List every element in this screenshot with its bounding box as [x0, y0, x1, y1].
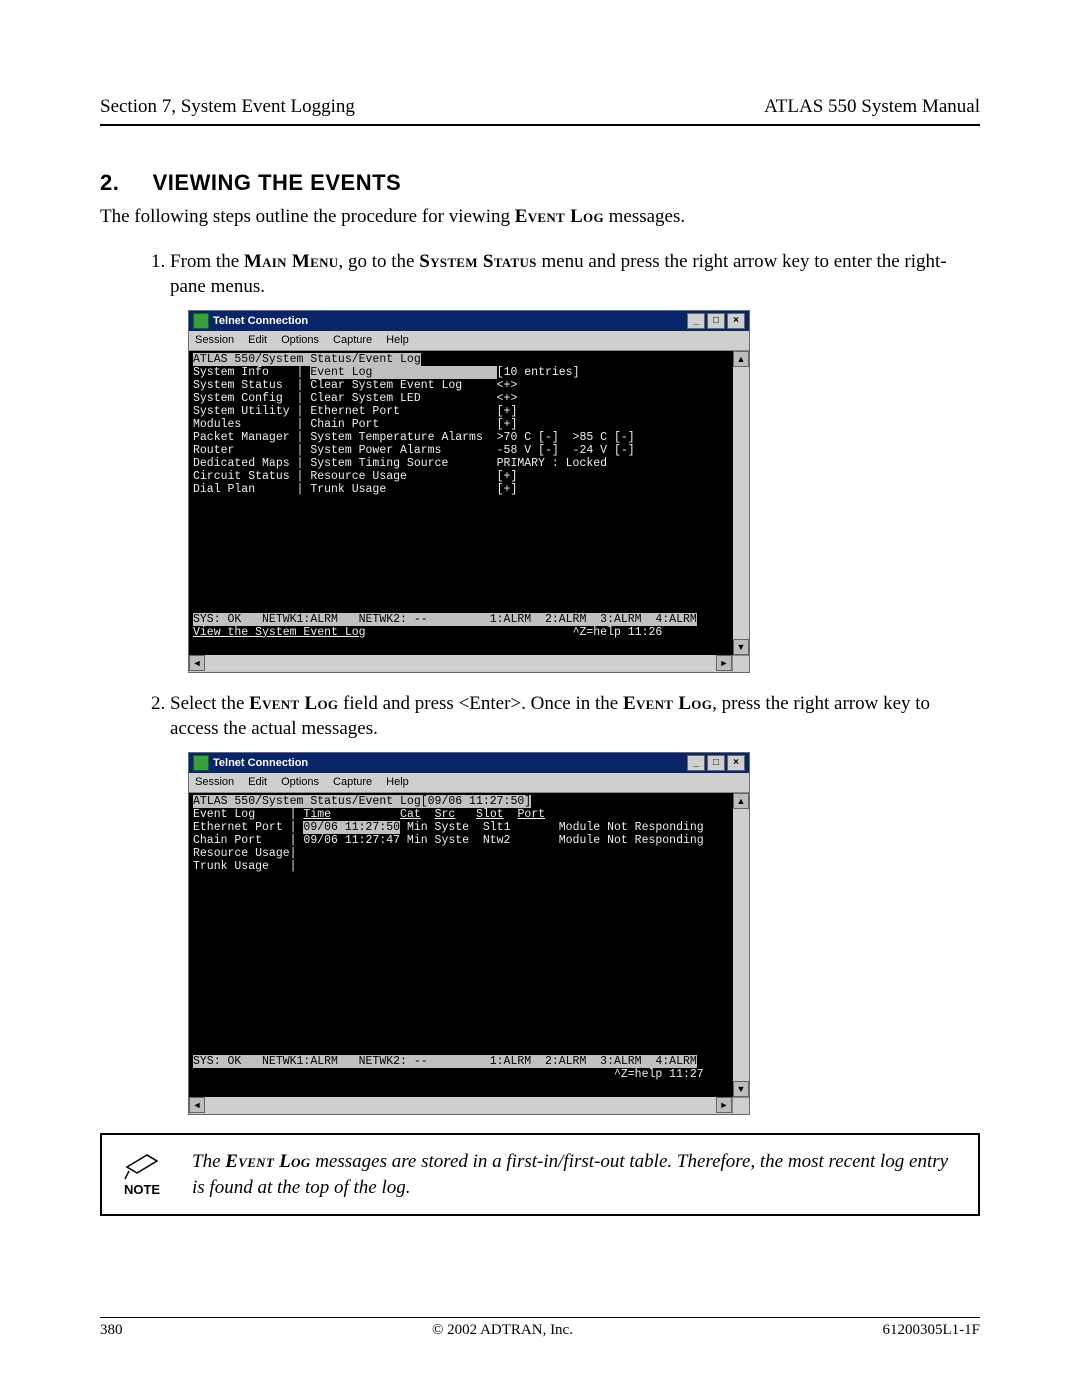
resize-grip-icon[interactable] [732, 655, 749, 672]
page-number: 380 [100, 1322, 123, 1339]
maximize-button[interactable]: □ [707, 755, 725, 771]
intro-paragraph: The following steps outline the procedur… [100, 204, 980, 230]
menu-session[interactable]: Session [195, 775, 234, 790]
scroll-down-icon[interactable]: ▼ [733, 1081, 749, 1097]
terminal-area[interactable]: ATLAS 550/System Status/Event Log System… [189, 351, 733, 655]
step-1: From the Main Menu, go to the System Sta… [170, 249, 980, 673]
note-box: NOTE The Event Log messages are stored i… [100, 1133, 980, 1216]
window-title: Telnet Connection [213, 314, 308, 329]
resize-grip-icon[interactable] [732, 1097, 749, 1114]
close-button[interactable]: × [727, 755, 745, 771]
scroll-up-icon[interactable]: ▲ [733, 351, 749, 367]
titlebar[interactable]: Telnet Connection _ □ × [189, 311, 749, 331]
scroll-left-icon[interactable]: ◄ [189, 655, 205, 671]
vscrollbar[interactable]: ▲ ▼ [733, 793, 749, 1097]
scroll-right-icon[interactable]: ► [716, 655, 732, 671]
section-heading: 2. VIEWING THE EVENTS [100, 170, 980, 196]
hscrollbar[interactable]: ◄ ► [189, 655, 732, 671]
scroll-right-icon[interactable]: ► [716, 1097, 732, 1113]
scroll-left-icon[interactable]: ◄ [189, 1097, 205, 1113]
menu-options[interactable]: Options [281, 333, 319, 348]
footer-copyright: © 2002 ADTRAN, Inc. [432, 1322, 573, 1339]
header-right: ATLAS 550 System Manual [764, 96, 980, 118]
menubar: Session Edit Options Capture Help [189, 331, 749, 351]
menu-capture[interactable]: Capture [333, 775, 372, 790]
footer-docnumber: 61200305L1-1F [882, 1322, 980, 1339]
menu-capture[interactable]: Capture [333, 333, 372, 348]
minimize-button[interactable]: _ [687, 313, 705, 329]
section-title: VIEWING THE EVENTS [153, 170, 402, 195]
menu-session[interactable]: Session [195, 333, 234, 348]
header-left: Section 7, System Event Logging [100, 96, 355, 118]
app-icon [193, 313, 209, 329]
page-footer: 380 © 2002 ADTRAN, Inc. 61200305L1-1F [100, 1317, 980, 1339]
titlebar[interactable]: Telnet Connection _ □ × [189, 753, 749, 773]
menu-edit[interactable]: Edit [248, 333, 267, 348]
window-title: Telnet Connection [213, 756, 308, 771]
menu-edit[interactable]: Edit [248, 775, 267, 790]
vscrollbar[interactable]: ▲ ▼ [733, 351, 749, 655]
note-text: The Event Log messages are stored in a f… [192, 1149, 960, 1200]
menu-help[interactable]: Help [386, 775, 409, 790]
step-2: Select the Event Log field and press <En… [170, 691, 980, 1115]
hscrollbar[interactable]: ◄ ► [189, 1097, 732, 1113]
menubar: Session Edit Options Capture Help [189, 773, 749, 793]
section-number: 2. [100, 170, 146, 196]
telnet-window-1: Telnet Connection _ □ × Session Edit Opt… [188, 310, 750, 673]
maximize-button[interactable]: □ [707, 313, 725, 329]
menu-options[interactable]: Options [281, 775, 319, 790]
app-icon [193, 755, 209, 771]
note-label: NOTE [124, 1182, 160, 1197]
minimize-button[interactable]: _ [687, 755, 705, 771]
terminal-area[interactable]: ATLAS 550/System Status/Event Log[09/06 … [189, 793, 733, 1097]
telnet-window-2: Telnet Connection _ □ × Session Edit Opt… [188, 752, 750, 1115]
scroll-up-icon[interactable]: ▲ [733, 793, 749, 809]
scroll-down-icon[interactable]: ▼ [733, 639, 749, 655]
menu-help[interactable]: Help [386, 333, 409, 348]
close-button[interactable]: × [727, 313, 745, 329]
note-icon: NOTE [116, 1153, 168, 1196]
